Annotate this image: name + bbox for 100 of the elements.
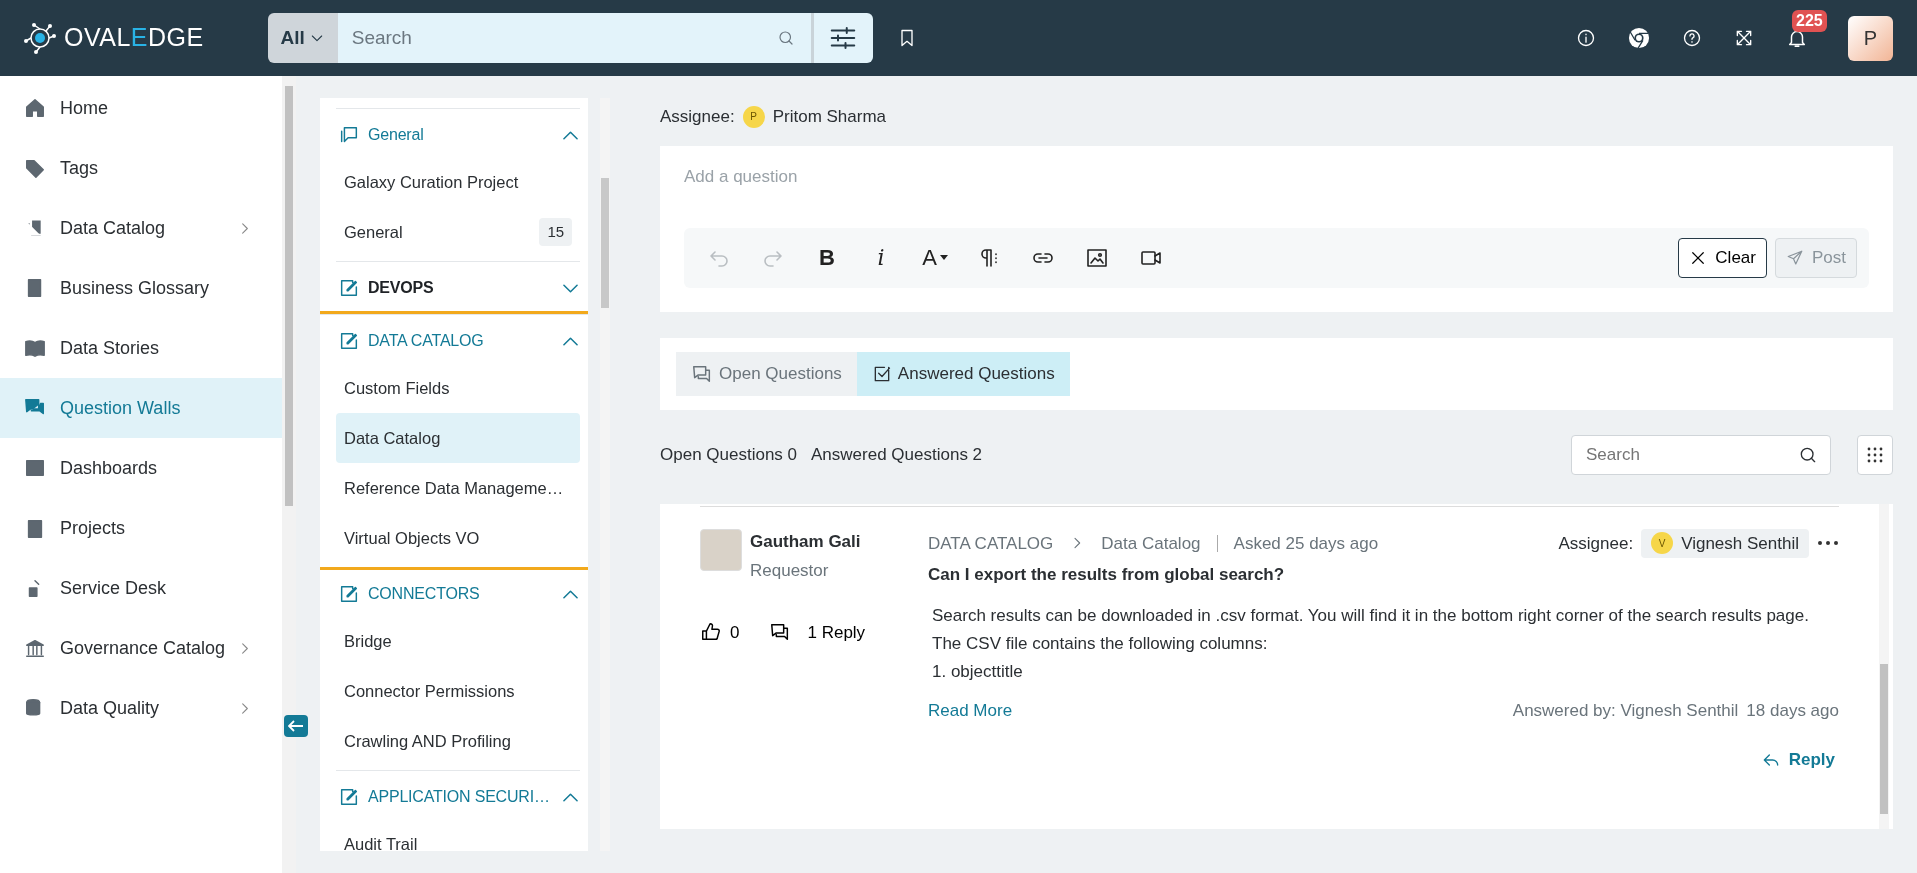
answered-by: Answered by: Vignesh Senthil <box>1512 699 1739 722</box>
filter-button[interactable] <box>810 13 873 63</box>
topic-header[interactable]: General <box>336 113 581 157</box>
italic-button[interactable]: i <box>858 237 904 278</box>
question-count: Open Questions 0 <box>660 443 798 466</box>
chevron-up-icon <box>563 336 579 346</box>
count-badge: 15 <box>539 217 573 247</box>
reply-link[interactable]: Reply <box>1760 747 1835 773</box>
nav-item[interactable]: Question Walls <box>0 378 282 438</box>
help-icon <box>1682 28 1702 48</box>
edit-icon <box>338 786 360 808</box>
info-button[interactable] <box>1576 28 1596 48</box>
breadcrumb-link[interactable]: Data Catalog <box>1101 530 1201 556</box>
nav-item[interactable]: Data Stories <box>0 318 282 378</box>
chevron-up-icon <box>563 792 579 802</box>
answer-text: The CSV file contains the following columns: <box>932 632 1269 655</box>
replies-button[interactable]: 1 Reply <box>769 619 866 645</box>
fullscreen-button[interactable] <box>1734 28 1754 48</box>
circle-logo-icon <box>1628 27 1650 49</box>
font-color-button[interactable]: A <box>912 237 958 278</box>
chevron-up-icon <box>563 589 579 599</box>
chevron-down-icon <box>563 283 579 293</box>
logo-icon <box>24 22 56 54</box>
assignee-avatar: V <box>1651 532 1674 555</box>
nav-item[interactable]: Data Catalog <box>0 198 282 258</box>
more-button[interactable] <box>1817 540 1839 547</box>
scrollbar-thumb[interactable] <box>285 86 293 506</box>
expand-icon <box>1734 28 1754 48</box>
nav-item[interactable]: Dashboards <box>0 438 282 498</box>
nav-item[interactable]: Governance Catalog <box>0 618 282 678</box>
chevron-right-icon <box>242 642 248 654</box>
asked-time: Asked 25 days ago <box>1233 532 1379 555</box>
topic-item[interactable]: General 15 <box>336 207 581 257</box>
clear-button[interactable]: Clear <box>1678 237 1767 278</box>
nav-item[interactable]: Data Quality <box>0 678 282 738</box>
assignee-label: Assignee: <box>1558 532 1634 555</box>
logo-text: OVALEDGE <box>64 22 204 54</box>
bank-icon <box>24 637 46 659</box>
tab[interactable]: Answered Questions <box>856 351 1070 396</box>
edit-icon <box>338 330 360 352</box>
like-button[interactable]: 0 <box>700 619 740 645</box>
nav-item[interactable]: Projects <box>0 498 282 558</box>
send-icon <box>1785 248 1804 267</box>
search-icon <box>776 29 795 47</box>
edit-icon <box>338 277 360 299</box>
topic-item[interactable]: Custom Fields <box>336 363 581 413</box>
topic-item[interactable]: Audit Trail <box>336 819 581 851</box>
grid-dots-icon <box>1866 445 1884 464</box>
nav-item[interactable]: Tags <box>0 138 282 198</box>
user-avatar[interactable]: P <box>1848 15 1893 61</box>
topic-item[interactable]: Data Catalog <box>336 413 581 463</box>
topic-header[interactable]: DATA CATALOG <box>336 319 581 363</box>
assignee-label: Assignee: <box>660 106 735 128</box>
question-count: Answered Questions 2 <box>811 443 983 466</box>
topic-header[interactable]: DEVOPS <box>336 266 581 310</box>
assignee-avatar: P <box>742 105 765 128</box>
scrollbar-thumb[interactable] <box>1880 663 1888 814</box>
nav-item[interactable]: Business Glossary <box>0 258 282 318</box>
question-editor[interactable]: Add a question B i A Clear Post <box>660 145 1893 312</box>
nav-item[interactable]: Home <box>0 78 282 138</box>
browser-button[interactable] <box>1628 27 1650 49</box>
breadcrumb-link[interactable]: DATA CATALOG <box>928 530 1054 556</box>
collapse-sidebar-button[interactable] <box>284 715 308 737</box>
question-title: Can I export the results from global search? <box>928 564 1286 586</box>
chevron-right-icon <box>242 222 248 234</box>
grid-menu-button[interactable] <box>1857 434 1893 475</box>
read-more-link[interactable]: Read More <box>928 697 1013 723</box>
topic-item[interactable]: Virtual Objects VO <box>336 513 581 563</box>
house-icon <box>24 97 46 119</box>
topic-item[interactable]: Reference Data Manageme… <box>336 463 581 513</box>
chevron-up-icon <box>563 130 579 140</box>
bold-button[interactable]: B <box>804 237 850 278</box>
chevron-right-icon <box>242 702 248 714</box>
caret-icon <box>939 255 948 260</box>
scrollbar-thumb[interactable] <box>601 178 610 308</box>
photo-placeholder <box>700 528 742 571</box>
search-field[interactable]: Search <box>337 13 811 63</box>
tag-icon <box>24 157 46 179</box>
more-icon <box>1817 540 1839 547</box>
topic-item[interactable]: Bridge <box>336 616 581 666</box>
nav-item[interactable]: Service Desk <box>0 558 282 618</box>
answered-time: 18 days ago <box>1746 699 1839 722</box>
topic-header[interactable]: APPLICATION SECURI… <box>336 775 581 819</box>
author-role: Requestor <box>750 560 830 582</box>
answer-text: 1. objecttitle <box>932 660 1024 683</box>
topic-header[interactable]: CONNECTORS <box>336 572 581 616</box>
help-button[interactable] <box>1682 28 1702 48</box>
notification-count-badge: 225 <box>1792 10 1827 32</box>
search-scope-dropdown[interactable]: All <box>267 13 338 63</box>
tab[interactable]: Open Questions <box>676 351 857 396</box>
topic-item[interactable]: Galaxy Curation Project <box>336 157 581 207</box>
assignee-chip: V Vignesh Senthil <box>1641 528 1809 558</box>
search-input[interactable]: Search <box>337 23 777 53</box>
topic-item[interactable]: Crawling AND Profiling <box>336 716 581 766</box>
topic-item[interactable]: Connector Permissions <box>336 666 581 716</box>
answer-text: Search results can be downloaded in .csv format. You will find it in the bottom right corner of the search results page. <box>932 604 1810 627</box>
arrow-left-icon <box>288 720 304 732</box>
question-search-field[interactable]: Search <box>1571 434 1831 475</box>
edit-icon <box>338 583 360 605</box>
assignee-name: Pritom Sharma <box>772 106 887 128</box>
